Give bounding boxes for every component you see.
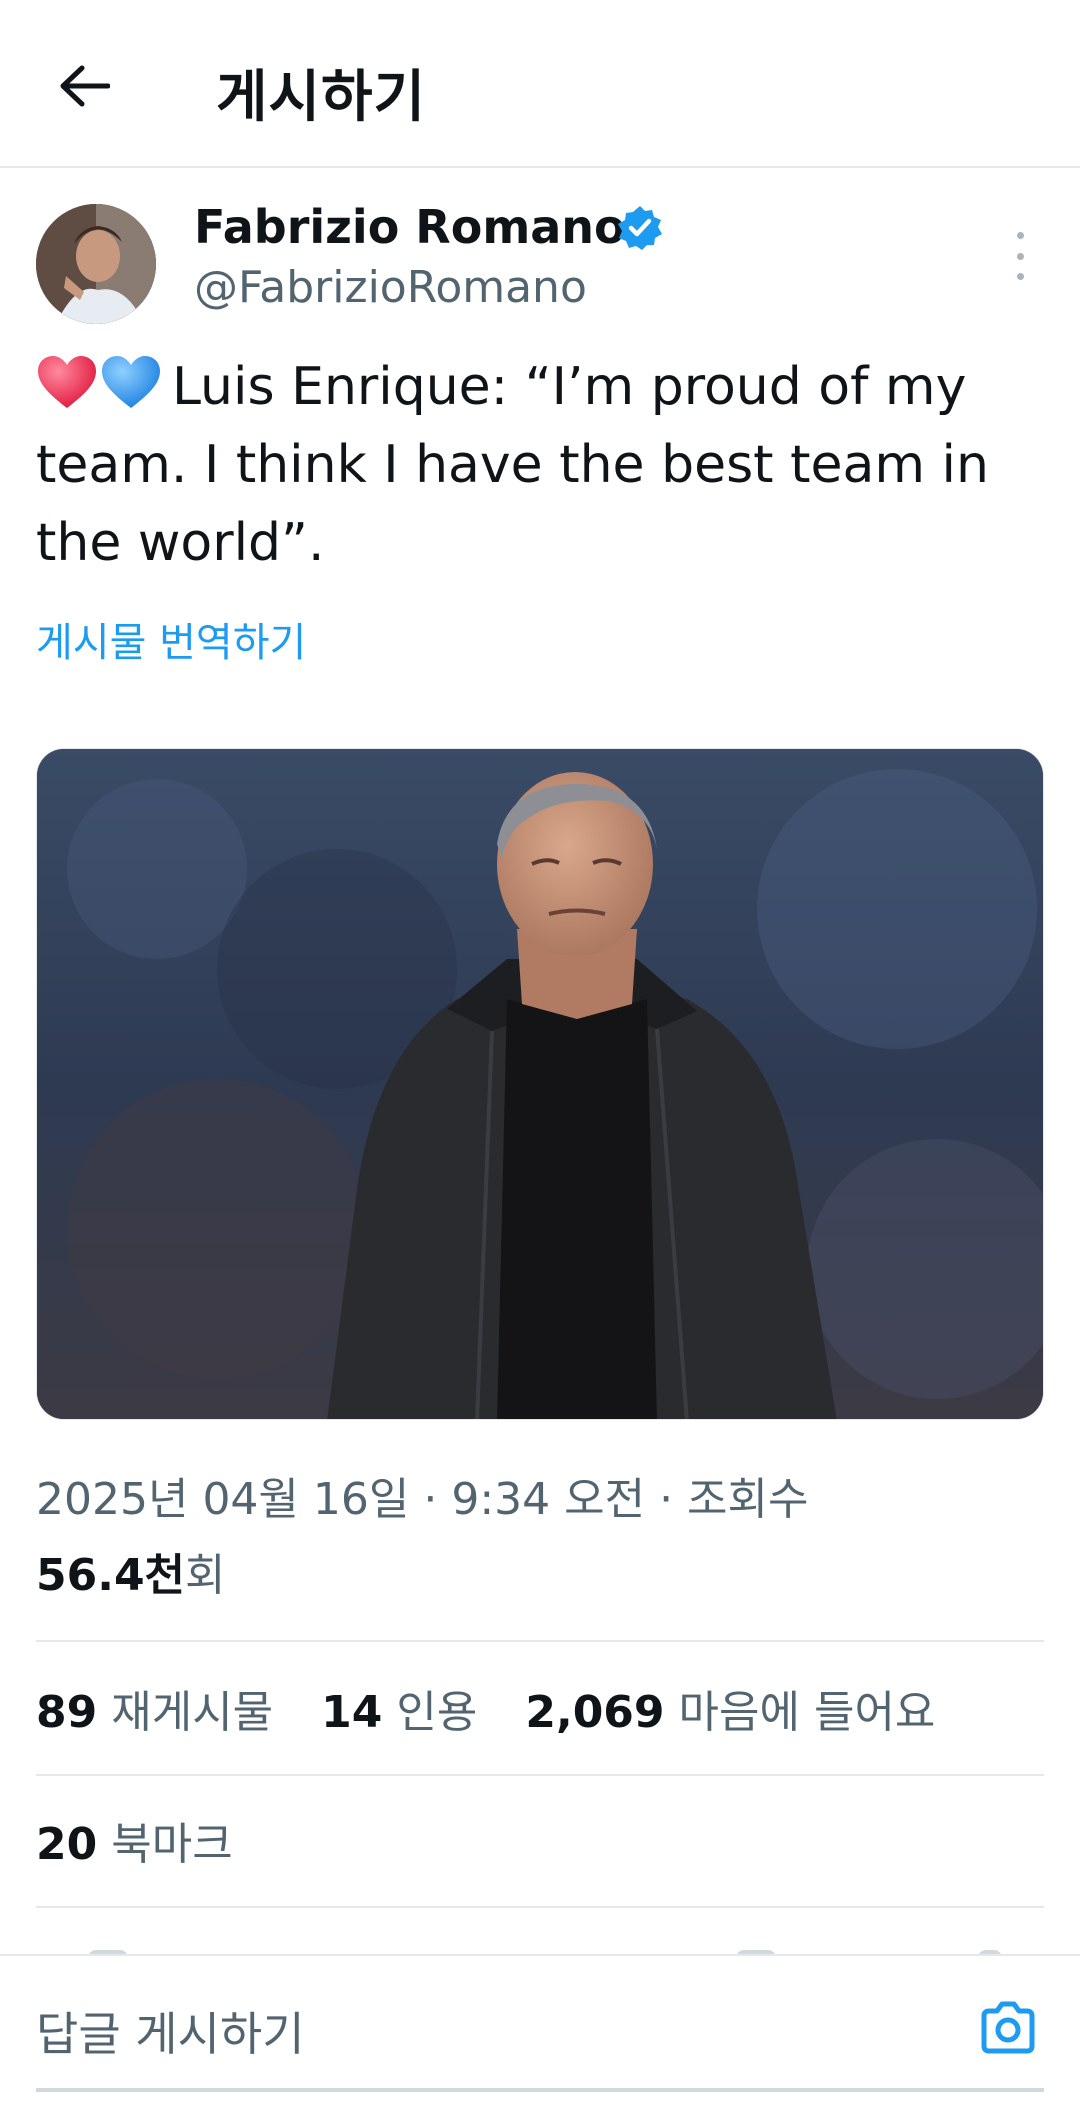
hearts-emoji <box>36 354 162 410</box>
verified-badge-icon <box>618 206 662 250</box>
photo-luis-enrique <box>37 749 1043 1419</box>
translate-post-link[interactable]: 게시물 번역하기 <box>36 610 306 668</box>
post-text-container: Luis Enrique: “I’m proud of my team. I t… <box>36 348 1046 582</box>
post-text: Luis Enrique: “I’m proud of my team. I t… <box>36 357 989 573</box>
reply-input[interactable]: 답글 게시하기 <box>36 1998 305 2064</box>
avatar-image <box>36 204 156 324</box>
back-button[interactable] <box>52 54 116 118</box>
engagement-stats: 89 재게시물 14 인용 2,069 마음에 들어요 <box>36 1676 969 1740</box>
post-media-image[interactable] <box>36 748 1044 1420</box>
arrow-left-icon <box>60 65 110 107</box>
red-heart-icon <box>38 356 96 408</box>
post-datetime[interactable]: 2025년 04월 16일 · 9:34 오전 · 조회수 <box>36 1474 808 1525</box>
bookmarks-label: 북마크 <box>111 1819 233 1870</box>
divider <box>36 1640 1044 1642</box>
author-name[interactable]: Fabrizio Romano <box>194 200 626 254</box>
views-count: 56.4천 <box>36 1550 186 1601</box>
top-bar: 게시하기 <box>0 0 1080 168</box>
bookmarks-stat[interactable]: 20 북마크 <box>36 1808 233 1872</box>
avatar[interactable] <box>36 204 156 324</box>
reposts-stat[interactable]: 89 재게시물 <box>36 1687 273 1738</box>
page-title: 게시하기 <box>216 65 427 130</box>
reply-input-underline <box>36 2088 1044 2092</box>
divider <box>36 1906 1044 1908</box>
post-metadata: 2025년 04월 16일 · 9:34 오전 · 조회수 56.4천회 <box>36 1462 1046 1614</box>
views-unit: 회 <box>185 1550 226 1601</box>
blue-heart-icon <box>102 356 160 408</box>
quotes-stat[interactable]: 14 인용 <box>321 1687 477 1738</box>
likes-stat[interactable]: 2,069 마음에 들어요 <box>525 1687 935 1738</box>
bookmarks-count: 20 <box>36 1819 98 1870</box>
author-handle[interactable]: @FabrizioRomano <box>194 262 587 313</box>
more-vertical-icon[interactable] <box>1000 226 1040 286</box>
reply-bar: 답글 게시하기 <box>0 1954 1080 2105</box>
camera-icon[interactable] <box>978 2000 1038 2056</box>
divider <box>36 1774 1044 1776</box>
